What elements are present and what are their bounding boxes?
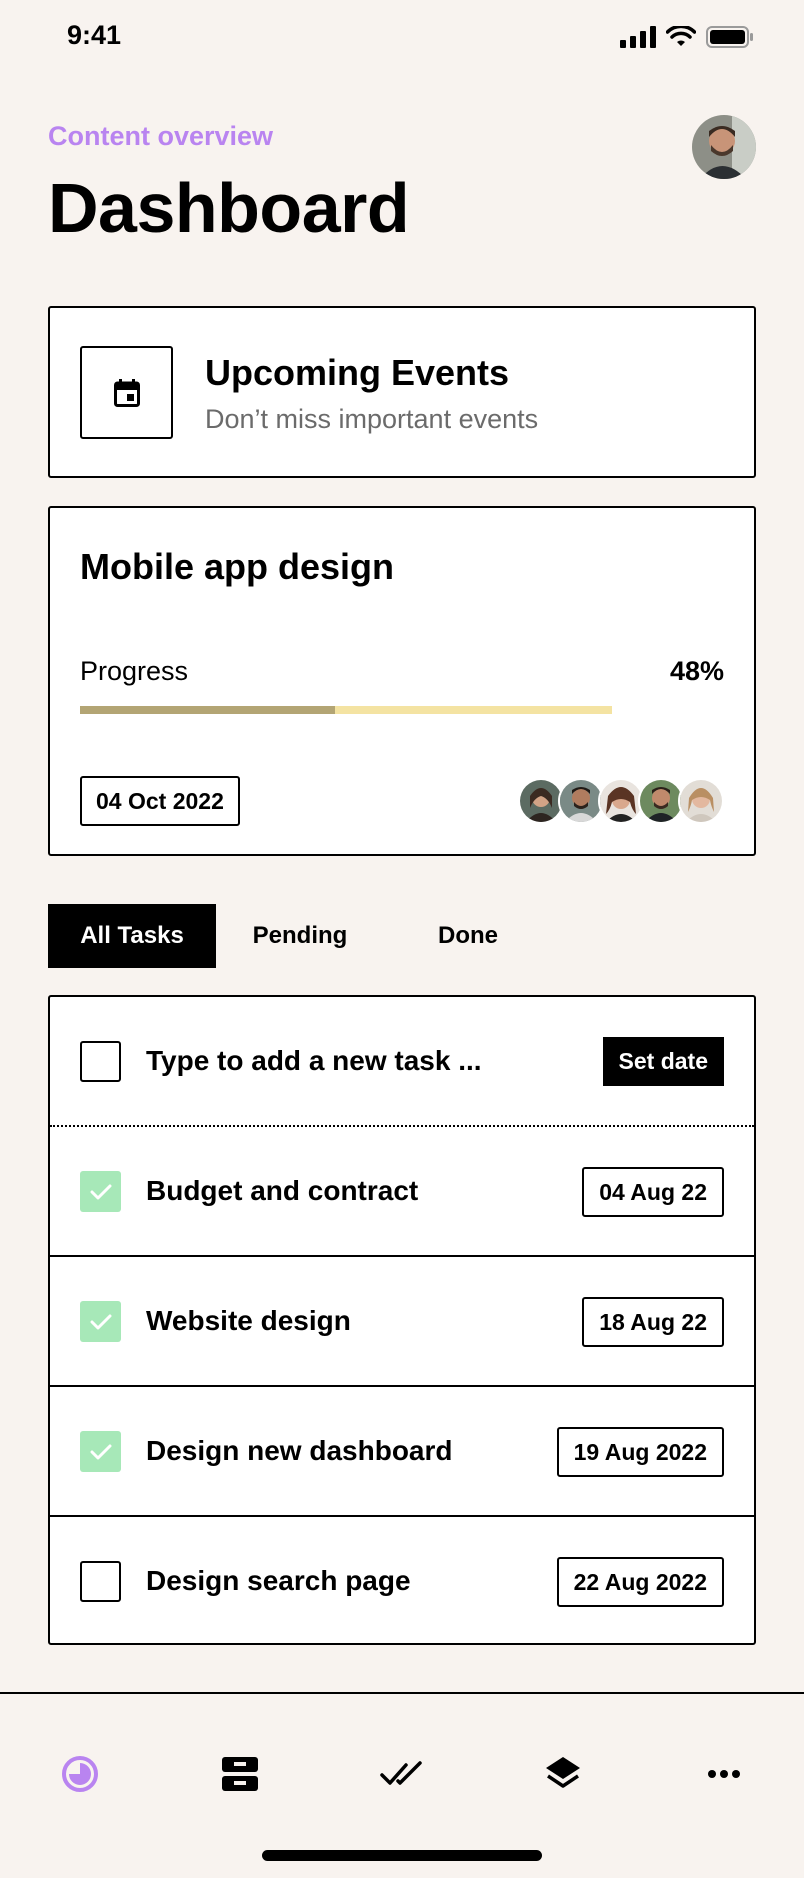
page-title: Dashboard	[48, 169, 410, 247]
new-task-checkbox[interactable]	[80, 1041, 121, 1082]
task-row: Design new dashboard 19 Aug 2022	[50, 1387, 754, 1517]
task-checkbox[interactable]	[80, 1561, 121, 1602]
profile-avatar[interactable]	[692, 115, 756, 179]
project-card[interactable]: Mobile app design Progress 48% 04 Oct 20…	[48, 506, 756, 856]
layers-icon	[546, 1757, 580, 1788]
task-label: Budget and contract	[146, 1175, 419, 1206]
progress-label: Progress	[80, 656, 189, 686]
task-tabs: All Tasks Pending Done	[48, 904, 552, 968]
task-label: Design search page	[146, 1565, 411, 1596]
page-subtitle: Content overview	[48, 121, 274, 151]
signal-icon	[620, 26, 656, 48]
more-icon	[708, 1770, 740, 1778]
task-date[interactable]: 19 Aug 2022	[556, 1427, 724, 1477]
calendar-icon-box	[80, 346, 173, 439]
task-list: Type to add a new task ... Set date Budg…	[48, 995, 756, 1645]
task-checkbox[interactable]	[80, 1171, 121, 1212]
task-label: Design new dashboard	[146, 1435, 453, 1466]
calendar-icon	[113, 378, 140, 407]
set-date-button[interactable]: Set date	[602, 1037, 724, 1086]
task-date[interactable]: 22 Aug 2022	[556, 1557, 724, 1607]
nav-layers[interactable]	[539, 1750, 587, 1798]
nav-inbox[interactable]	[216, 1750, 264, 1798]
task-row: Budget and contract 04 Aug 22	[50, 1127, 754, 1257]
check-icon	[90, 1184, 111, 1199]
upcoming-events-card[interactable]: Upcoming Events Don’t miss important eve…	[48, 306, 756, 478]
team-avatars[interactable]	[518, 778, 724, 824]
task-row: Website design 18 Aug 22	[50, 1257, 754, 1387]
task-date[interactable]: 04 Aug 22	[582, 1167, 724, 1217]
double-check-icon	[380, 1761, 422, 1785]
pie-chart-icon	[62, 1756, 98, 1792]
events-subtitle: Don’t miss important events	[205, 404, 539, 434]
events-title: Upcoming Events	[205, 352, 510, 393]
check-icon	[90, 1314, 111, 1329]
nav-more[interactable]	[700, 1750, 748, 1798]
new-task-input[interactable]: Type to add a new task ...	[146, 1045, 482, 1077]
progress-bar	[80, 706, 612, 714]
status-time: 9:41	[67, 20, 122, 50]
project-title: Mobile app design	[80, 546, 395, 587]
task-row: Design search page 22 Aug 2022	[50, 1517, 754, 1647]
wifi-icon	[666, 26, 696, 46]
progress-value: 48%	[669, 656, 724, 686]
tab-all-tasks[interactable]: All Tasks	[48, 904, 216, 968]
check-icon	[90, 1444, 111, 1459]
status-bar: 9:41	[0, 0, 804, 72]
tab-done[interactable]: Done	[384, 904, 552, 968]
team-avatar	[678, 778, 724, 824]
tab-pending[interactable]: Pending	[216, 904, 384, 968]
battery-icon	[706, 26, 753, 48]
new-task-row: Type to add a new task ... Set date	[50, 997, 754, 1127]
task-label: Website design	[146, 1305, 351, 1336]
task-checkbox[interactable]	[80, 1301, 121, 1342]
progress-bar-fill	[80, 706, 336, 714]
task-checkbox[interactable]	[80, 1431, 121, 1472]
inbox-icon	[222, 1757, 258, 1791]
home-indicator	[262, 1850, 542, 1861]
nav-overview[interactable]	[56, 1750, 104, 1798]
status-icons	[620, 26, 754, 48]
task-date[interactable]: 18 Aug 22	[582, 1297, 724, 1347]
nav-tasks[interactable]	[378, 1750, 426, 1798]
project-date: 04 Oct 2022	[80, 776, 240, 826]
